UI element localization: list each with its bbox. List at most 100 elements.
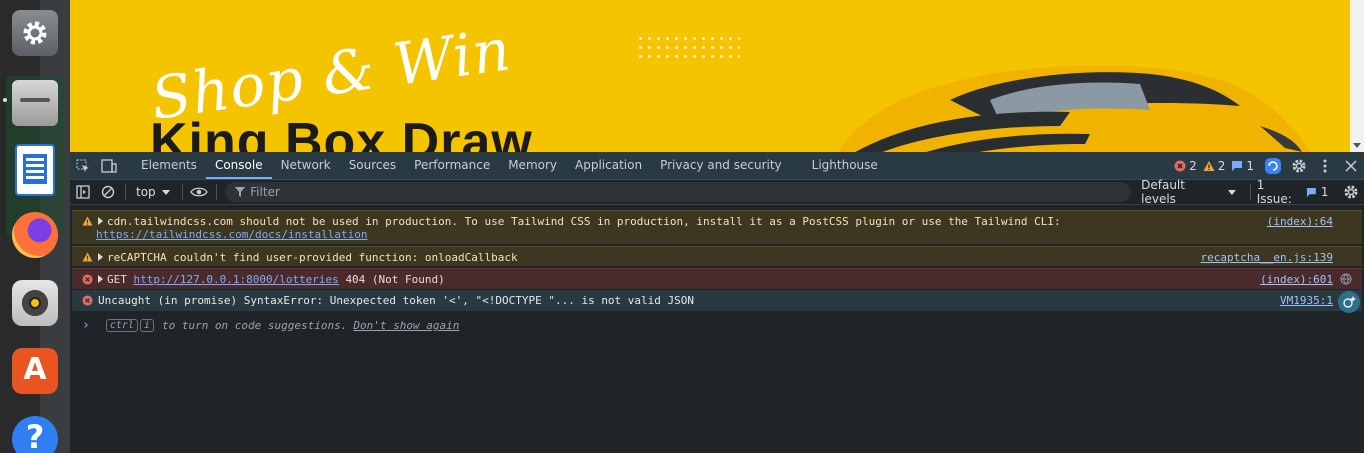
error-count: 2: [1189, 158, 1197, 173]
devtools-ai-button[interactable]: [1260, 152, 1286, 179]
issues-button[interactable]: 1 Issue: 1: [1249, 178, 1329, 206]
warning-counter[interactable]: 2: [1203, 159, 1225, 173]
clear-console-button[interactable]: [96, 180, 122, 204]
tab-elements[interactable]: Elements: [132, 152, 206, 179]
more-options-button[interactable]: [1312, 152, 1338, 179]
error-counter[interactable]: 2: [1174, 159, 1197, 173]
filter-placeholder: Filter: [250, 185, 280, 199]
kebab-icon: [1323, 159, 1327, 172]
console-toolbar: top Filter Default levels 1 Issue: 1: [70, 178, 1364, 206]
tab-memory[interactable]: Memory: [499, 152, 566, 179]
tab-sources[interactable]: Sources: [340, 152, 405, 179]
page-banner: Shop & Win King Box Draw: [70, 0, 1364, 152]
filter-icon: [235, 187, 246, 197]
message-body: Uncaught (in promise) SyntaxError: Unexp…: [98, 294, 694, 307]
console-message-error[interactable]: Uncaught (in promise) SyntaxError: Unexp…: [72, 290, 1362, 311]
tab-application[interactable]: Application: [566, 152, 651, 179]
dont-show-again-link[interactable]: Don't show again: [353, 319, 459, 332]
sidebar-toggle-button[interactable]: [70, 180, 96, 204]
files-icon[interactable]: [12, 80, 58, 126]
suggestion-hint: to turn on code suggestions.: [161, 319, 348, 332]
tab-console[interactable]: Console: [205, 152, 272, 179]
tab-privacy-security[interactable]: Privacy and security: [651, 152, 791, 179]
shortcut-key-ctrl: ctrl: [105, 319, 138, 332]
divider: [216, 184, 218, 200]
message-source-link[interactable]: (index):64: [1267, 215, 1333, 228]
warning-icon: [82, 216, 93, 226]
console-prompt[interactable]: › ctrl i to turn on code suggestions. Do…: [82, 318, 459, 333]
network-globe-icon[interactable]: [1340, 273, 1352, 285]
live-expression-button[interactable]: [187, 180, 213, 204]
prompt-chevron-icon: ›: [82, 318, 90, 333]
app-center-icon[interactable]: A: [12, 348, 58, 394]
message-count: 1: [1246, 158, 1254, 173]
car-image: [838, 65, 1310, 152]
message-source-link[interactable]: (index):601: [1260, 273, 1333, 286]
settings-icon[interactable]: [12, 10, 58, 56]
message-icon: [1307, 187, 1316, 197]
message-source-link[interactable]: recaptcha__en.js:139: [1201, 251, 1333, 264]
eye-icon: [190, 187, 209, 197]
device-toolbar-icon[interactable]: [96, 152, 122, 179]
context-selector[interactable]: top: [130, 185, 178, 199]
rhythmbox-icon[interactable]: [12, 280, 58, 326]
sync-icon: [1265, 157, 1281, 174]
gear-icon: [1292, 159, 1306, 172]
warning-icon: [1203, 160, 1215, 171]
ask-ai-button[interactable]: [1338, 291, 1360, 313]
ubuntu-dock: A ?: [0, 0, 70, 453]
ai-assistant-icon: [1343, 296, 1356, 308]
divider: [125, 184, 126, 200]
chevron-down-icon: [161, 189, 170, 195]
help-icon[interactable]: ?: [12, 416, 58, 453]
message-text: Uncaught (in promise) SyntaxError: Unexp…: [98, 294, 695, 307]
console-message-warning[interactable]: cdn.tailwindcss.com should not be used i…: [72, 210, 1362, 244]
banner-dot-pattern: [636, 34, 740, 64]
page-scrollbar[interactable]: [1350, 0, 1364, 152]
request-url-link[interactable]: http://127.0.0.1:8000/lotteries: [134, 273, 339, 286]
console-message-warning[interactable]: reCAPTCHA couldn't find user-provided fu…: [72, 246, 1362, 266]
clear-icon: [102, 185, 115, 199]
error-icon: [1174, 160, 1186, 171]
message-body: GET http://127.0.0.1:8000/lotteries 404 …: [98, 273, 445, 286]
message-text: reCAPTCHA couldn't find user-provided fu…: [107, 251, 518, 264]
warning-icon: [82, 252, 93, 262]
message-body: cdn.tailwindcss.com should not be used i…: [96, 215, 1061, 241]
settings-button[interactable]: [1286, 152, 1312, 179]
message-icon: [1232, 160, 1243, 171]
message-link[interactable]: https://tailwindcss.com/docs/installatio…: [96, 228, 368, 241]
message-counter[interactable]: 1: [1231, 159, 1254, 173]
console-message-error[interactable]: GET http://127.0.0.1:8000/lotteries 404 …: [72, 268, 1362, 289]
expand-triangle-icon[interactable]: [98, 253, 103, 261]
filter-input[interactable]: Filter: [225, 182, 1132, 202]
divider: [181, 184, 183, 200]
expand-triangle-icon[interactable]: [98, 275, 103, 283]
request-status: 404 (Not Found): [345, 273, 445, 286]
tab-performance[interactable]: Performance: [405, 152, 499, 179]
shortcut-key-i: i: [139, 319, 154, 332]
context-value: top: [135, 185, 156, 199]
close-icon: [1345, 159, 1357, 172]
devtools-panel: Elements Console Network Sources Perform…: [70, 152, 1364, 453]
chevron-down-icon: [1227, 189, 1236, 195]
close-devtools-button[interactable]: [1338, 152, 1364, 179]
writer-icon[interactable]: [15, 144, 55, 196]
console-settings-button[interactable]: [1339, 180, 1364, 204]
firefox-icon[interactable]: [12, 212, 58, 258]
expand-triangle-icon[interactable]: [98, 217, 103, 225]
log-levels-dropdown[interactable]: Default levels: [1141, 178, 1236, 206]
sidebar-icon: [76, 185, 90, 199]
error-icon: [82, 295, 93, 306]
message-text: cdn.tailwindcss.com should not be used i…: [107, 215, 1061, 228]
message-body: reCAPTCHA couldn't find user-provided fu…: [98, 251, 518, 264]
issues-label: 1 Issue:: [1256, 178, 1292, 206]
request-method: GET: [107, 273, 127, 286]
levels-label: Default levels: [1141, 178, 1185, 206]
inspect-element-icon[interactable]: [70, 152, 96, 179]
tab-network[interactable]: Network: [272, 152, 340, 179]
message-source-link[interactable]: VM1935:1: [1280, 294, 1333, 307]
gear-icon: [1344, 185, 1358, 199]
running-indicator: [3, 98, 7, 102]
devtools-tabbar: Elements Console Network Sources Perform…: [70, 152, 1364, 180]
tab-lighthouse[interactable]: Lighthouse: [803, 152, 887, 179]
